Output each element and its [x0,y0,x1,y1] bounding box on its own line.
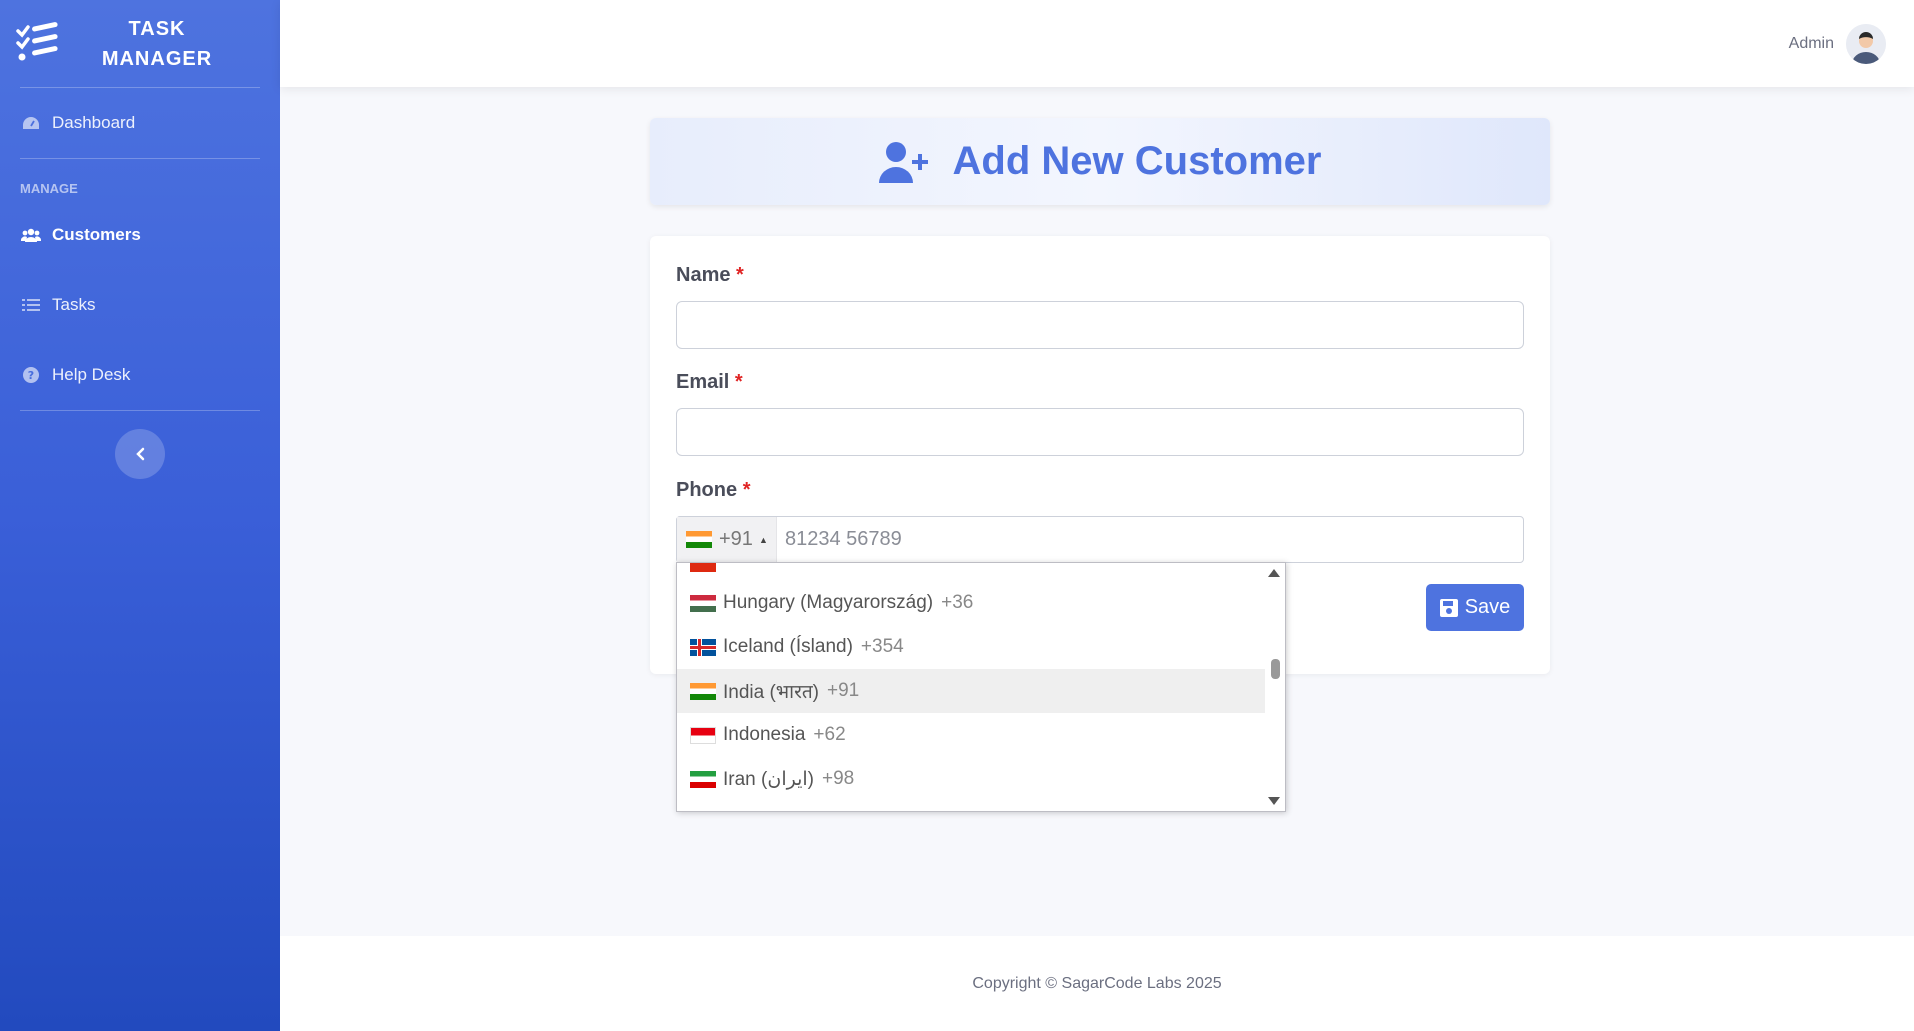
chevron-left-icon [136,447,145,461]
phone-label-text: Phone [676,479,738,501]
country-option-code: +91 [827,680,860,701]
country-option[interactable]: Iceland (Ísland) +354 [677,625,1265,669]
sidebar-toggle-button[interactable] [115,429,165,479]
sidebar-item-customers[interactable]: Customers [0,200,280,270]
user-name[interactable]: Admin [1789,35,1834,53]
sidebar-item-label: Customers [52,225,141,244]
iceland-flag-icon [690,638,716,656]
page-header: Add New Customer [650,118,1550,205]
task-list-logo-icon [16,21,58,60]
country-option[interactable]: Iran (‫ایران‬‎) +98 [677,757,1265,801]
scroll-up-arrow-icon[interactable] [1268,569,1280,577]
sidebar-section-heading: MANAGE [20,181,78,196]
brand-text: TASK MANAGER [92,14,222,74]
india-flag-icon [690,682,716,700]
hungary-flag-icon [690,594,716,612]
email-label-text: Email [676,371,730,393]
sidebar-item-label: Help Desk [52,365,131,384]
required-mark: * [742,479,751,501]
indonesia-flag-icon [690,726,716,744]
country-option-name: India (भारत) [723,682,820,703]
country-option[interactable]: Indonesia +62 [677,713,1265,757]
country-option-code: +36 [941,592,974,613]
save-button[interactable]: Save [1426,584,1524,631]
required-mark: * [736,264,744,286]
sidebar-item-tasks[interactable]: Tasks [0,270,280,340]
brand-line-2: MANAGER [101,47,213,70]
country-option-highlighted[interactable]: India (भारत) +91 [677,669,1265,713]
country-option-name: Iceland (Ísland) [723,636,853,657]
country-option-name: Hungary (Magyarország) [723,592,934,613]
sidebar-divider [20,158,260,159]
caret-up-icon: ▲ [758,534,768,545]
topbar: Admin [280,0,1914,87]
sidebar-item-label: Dashboard [52,113,136,132]
svg-text:?: ? [28,369,34,382]
tachometer-icon [21,113,41,133]
selected-country-code: +91 [719,528,753,550]
list-icon [21,295,41,315]
footer: Copyright © SagarCode Labs 2025 [280,936,1914,1031]
sidebar-item-label: Tasks [52,295,96,314]
phone-placeholder: 81234 56789 [785,528,902,550]
country-option-name: Iran (‫ایران‬‎) [723,768,814,790]
save-button-label: Save [1464,596,1511,618]
name-input[interactable] [676,301,1524,349]
scrollbar-thumb[interactable] [1271,659,1280,679]
sidebar-item-help-desk[interactable]: ? Help Desk [0,340,280,410]
user-plus-icon [878,141,928,183]
scroll-down-arrow-icon[interactable] [1268,797,1280,805]
country-dropdown-list[interactable]: Hungary (Magyarország) +36 Iceland (Ísla… [676,562,1286,812]
phone-input[interactable]: +91 ▲ 81234 56789 [676,516,1524,563]
country-option-name: Indonesia [723,724,806,745]
page-title: Add New Customer [952,139,1322,183]
name-label-text: Name [676,264,731,286]
country-code-select[interactable]: +91 ▲ [677,517,777,562]
country-option-code: +354 [860,636,904,657]
users-icon [21,225,41,245]
country-option[interactable]: Hungary (Magyarország) +36 [677,581,1265,625]
flag-icon [690,563,716,572]
required-mark: * [734,371,743,393]
brand[interactable]: TASK MANAGER [0,0,280,87]
iran-flag-icon [690,770,716,788]
sidebar-divider [20,410,260,411]
phone-label: Phone * [676,479,750,502]
email-input[interactable] [676,408,1524,456]
dropdown-scrollbar[interactable] [1267,563,1285,811]
country-option-code: +98 [821,768,855,789]
floppy-disk-icon [1439,598,1458,617]
sidebar: TASK MANAGER Dashboard MANAGE Customers … [0,0,280,1031]
avatar[interactable] [1846,23,1886,64]
name-label: Name * [676,264,744,287]
country-option-code: +62 [813,724,846,745]
brand-line-1: TASK [128,17,186,40]
sidebar-item-dashboard[interactable]: Dashboard [0,88,280,158]
copyright-text: Copyright © SagarCode Labs 2025 [972,974,1222,992]
india-flag-icon [686,531,712,548]
question-circle-icon: ? [21,365,41,385]
list-item-partial[interactable] [677,801,1265,811]
email-label: Email * [676,371,743,394]
